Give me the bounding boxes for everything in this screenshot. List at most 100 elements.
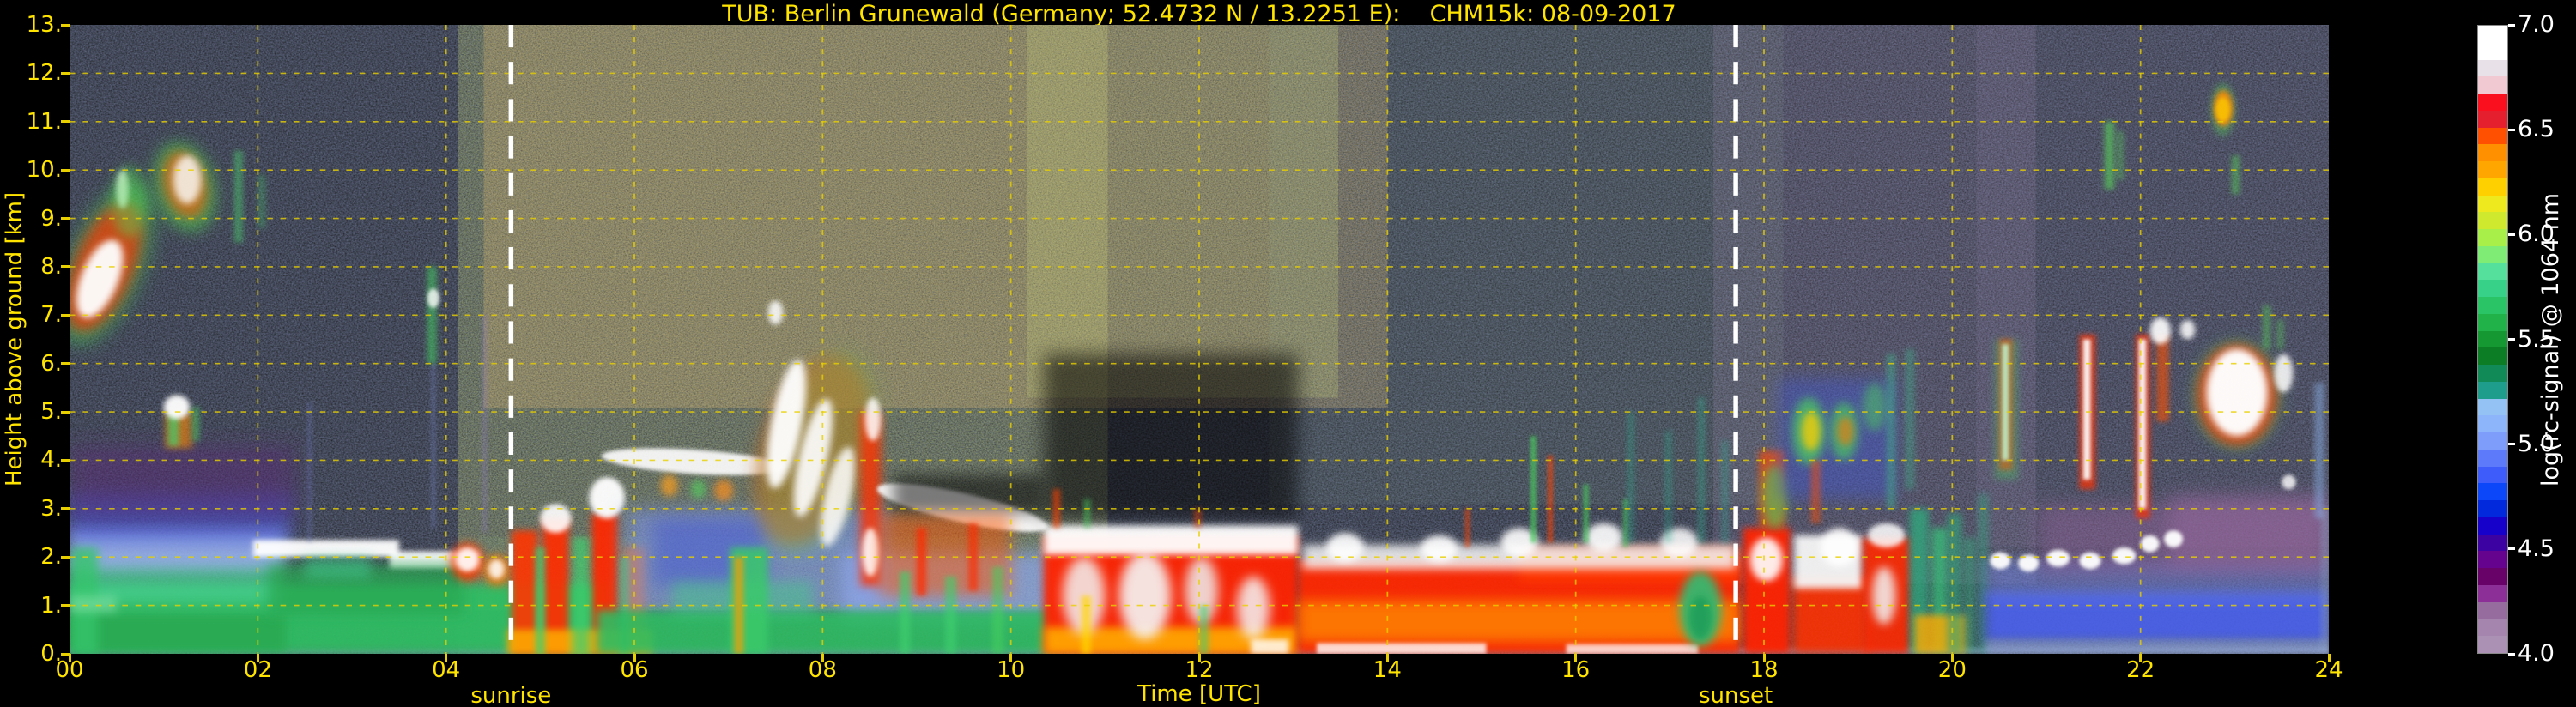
y-tick-label: 12.	[0, 60, 62, 86]
heatmap-feature	[306, 402, 312, 543]
heatmap-feature	[1082, 595, 1091, 654]
heatmap-feature	[1868, 523, 1906, 547]
heatmap-feature	[2164, 530, 2183, 547]
colorbar-band	[2478, 178, 2507, 196]
heatmap-feature	[234, 151, 243, 243]
heatmap-canvas	[70, 25, 2329, 654]
heatmap-feature	[70, 446, 295, 519]
heatmap-feature	[2112, 547, 2136, 565]
y-tick-label: 9.	[0, 206, 62, 232]
heatmap-feature	[1863, 383, 1886, 431]
heatmap-feature	[1688, 595, 1712, 639]
heatmap-feature	[1548, 456, 1554, 542]
y-tick-label: 5.	[0, 399, 62, 425]
heatmap-feature	[597, 610, 1053, 654]
heatmap-feature	[1802, 412, 1821, 450]
y-tick-label: 13.	[0, 12, 62, 38]
colorbar-tick-mark	[2508, 653, 2515, 656]
heatmap-feature	[70, 595, 117, 613]
colorbar-tick-mark	[2508, 129, 2515, 131]
y-tick-label: 7.	[0, 302, 62, 328]
heatmap-feature	[1887, 354, 1896, 508]
heatmap-feature	[1199, 606, 1209, 654]
heatmap-feature	[573, 538, 590, 654]
colorbar-band	[2478, 500, 2507, 517]
colorbar-band	[2478, 517, 2507, 535]
colorbar-band	[2478, 365, 2507, 382]
x-tick-mark	[1386, 654, 1389, 662]
y-tick-label: 3.	[0, 496, 62, 522]
x-tick-mark	[1763, 654, 1766, 662]
heatmap-feature	[1627, 412, 1634, 542]
heatmap-feature	[482, 315, 488, 533]
heatmap-feature	[2169, 494, 2329, 567]
y-tick-label: 1.	[0, 593, 62, 619]
heatmap-feature	[879, 513, 1011, 595]
heatmap-feature	[1583, 485, 1589, 543]
heatmap-feature	[1698, 397, 1705, 542]
heatmap-feature	[427, 288, 439, 308]
heatmap-feature	[1906, 349, 1915, 490]
plot-area	[70, 25, 2329, 654]
colorbar-tick-mark	[2508, 443, 2515, 445]
colorbar-band	[2478, 585, 2507, 602]
heatmap-feature	[2315, 383, 2324, 518]
colorbar-tick-mark	[2508, 547, 2515, 550]
heatmap-feature	[1838, 417, 1854, 446]
heatmap-feature	[1567, 644, 1699, 654]
colorbar-band	[2478, 636, 2507, 653]
y-tick-mark	[61, 411, 70, 414]
heatmap-feature	[2274, 354, 2293, 392]
colorbar-band	[2478, 263, 2507, 281]
y-tick-mark	[61, 217, 70, 220]
heatmap-feature	[2079, 553, 2100, 570]
y-tick-label: 2.	[0, 544, 62, 570]
y-tick-mark	[61, 507, 70, 510]
heatmap-feature	[431, 364, 435, 529]
x-tick-mark	[1009, 654, 1012, 662]
x-tick-mark	[1574, 654, 1577, 662]
heatmap-feature	[1464, 509, 1470, 547]
x-tick-mark	[1951, 654, 1954, 662]
heatmap-feature	[2263, 305, 2270, 349]
heatmap-feature	[2156, 335, 2168, 421]
x-tick-mark	[2328, 654, 2331, 662]
heatmap-feature	[1985, 591, 2329, 642]
heatmap-feature	[70, 615, 286, 651]
heatmap-feature	[1298, 601, 1740, 642]
heatmap-feature	[894, 474, 1044, 513]
colorbar-band	[2478, 331, 2507, 348]
heatmap-feature	[2215, 98, 2229, 122]
heatmap-feature	[456, 547, 479, 571]
colorbar-band	[2478, 111, 2507, 128]
y-tick-mark	[61, 169, 70, 172]
heatmap-feature	[2046, 550, 2070, 567]
heatmap-feature	[536, 547, 545, 654]
colorbar-band	[2478, 297, 2507, 314]
colorbar-band	[2478, 432, 2507, 450]
colorbar-band	[2478, 314, 2507, 331]
heatmap-feature	[589, 477, 625, 518]
heatmap-feature	[2282, 474, 2295, 489]
colorbar-band	[2478, 602, 2507, 619]
colorbar-title: log(rc-signal) @ 1064 nm	[2537, 25, 2573, 654]
y-tick-mark	[61, 556, 70, 559]
heatmap-feature	[1119, 553, 1171, 639]
colorbar-tick-mark	[2508, 24, 2515, 27]
colorbar-band	[2478, 26, 2507, 43]
colorbar-band	[2478, 246, 2507, 263]
y-tick-mark	[61, 362, 70, 365]
heatmap-feature	[945, 577, 956, 654]
y-tick-mark	[61, 120, 70, 123]
heatmap-feature	[1821, 528, 1858, 566]
heatmap-feature	[1985, 639, 2329, 654]
y-tick-mark	[61, 604, 70, 607]
heatmap-feature	[661, 474, 678, 496]
heatmap-feature	[917, 528, 926, 595]
heatmap-feature	[768, 300, 784, 324]
heatmap-feature	[173, 155, 202, 203]
colorbar-band	[2478, 196, 2507, 213]
y-tick-label: 4.	[0, 447, 62, 473]
colorbar-band	[2478, 415, 2507, 432]
heatmap-feature	[488, 559, 505, 579]
